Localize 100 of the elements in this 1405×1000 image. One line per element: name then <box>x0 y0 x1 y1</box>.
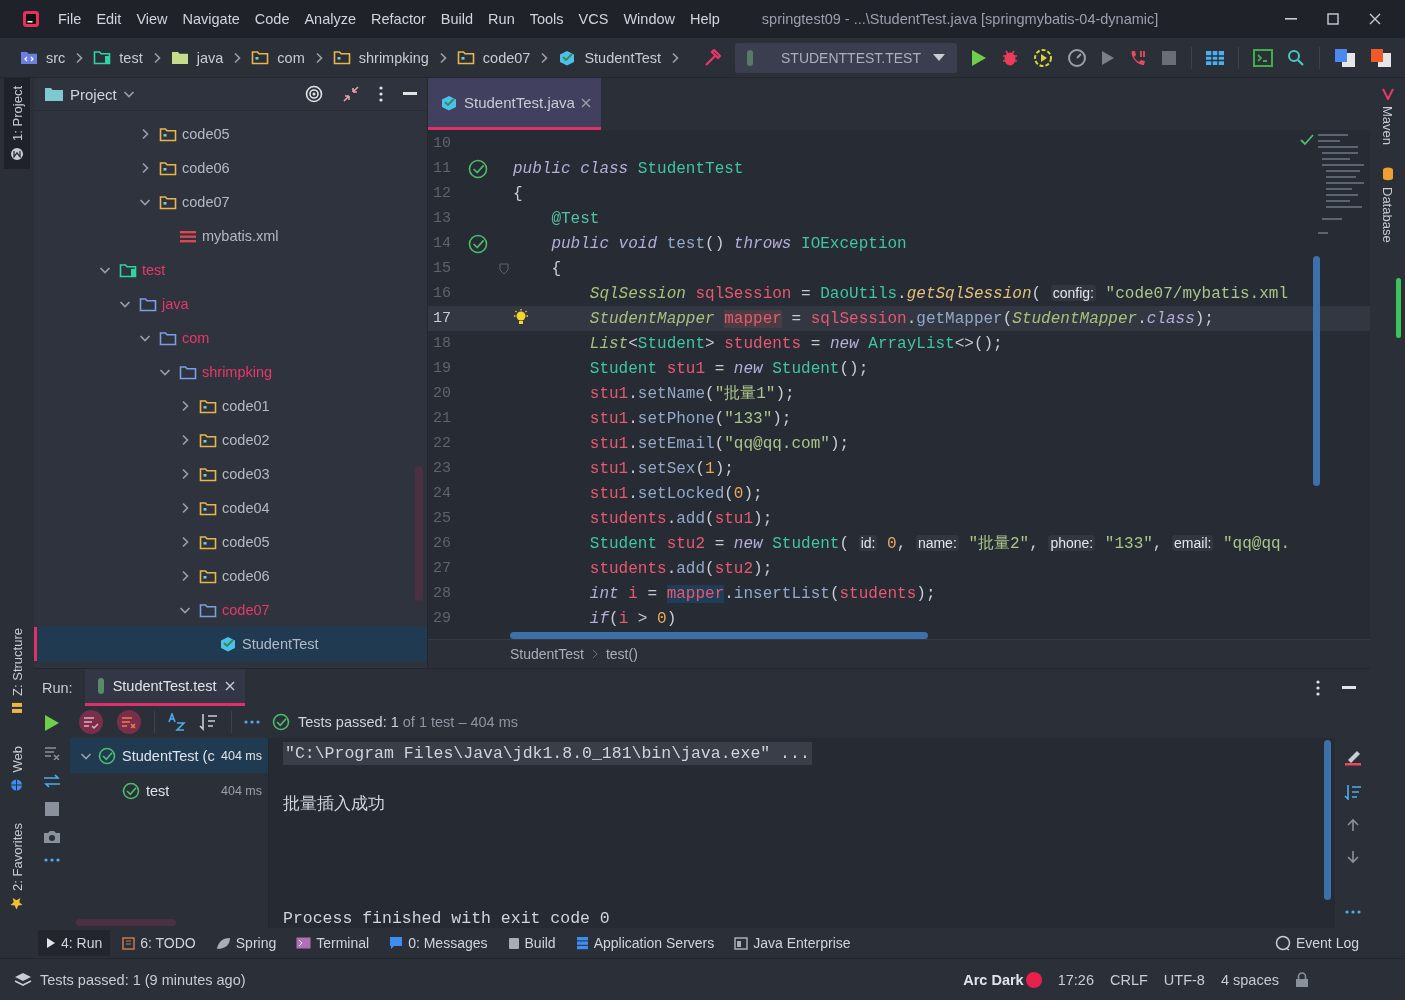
run-tab[interactable]: StudentTest.test <box>84 669 245 706</box>
show-ignored-icon[interactable] <box>116 709 142 735</box>
close-icon[interactable] <box>224 681 235 691</box>
breadcrumb-item[interactable]: test <box>119 49 143 66</box>
tool-window-tab[interactable]: 2: Favorites <box>4 815 30 918</box>
tree-item[interactable]: mybatis.xml <box>34 219 427 253</box>
line-separator[interactable]: CRLF <box>1110 971 1148 988</box>
maximize-icon[interactable] <box>1327 13 1339 25</box>
phone-icon[interactable] <box>1129 48 1147 67</box>
menu-item[interactable]: View <box>136 11 168 27</box>
breadcrumb-item[interactable]: java <box>196 49 224 66</box>
fold-icon[interactable] <box>499 262 509 275</box>
gauge-icon[interactable] <box>1067 47 1087 68</box>
scrollbar[interactable] <box>415 466 423 601</box>
tool-window-tab[interactable]: Database <box>1380 167 1395 243</box>
breadcrumb-item[interactable]: shrimpking <box>358 49 429 66</box>
debug-icon[interactable] <box>1001 48 1019 67</box>
translate-icon[interactable] <box>1334 47 1356 68</box>
scrollbar[interactable] <box>510 632 928 639</box>
search-icon[interactable] <box>1287 48 1305 67</box>
close-icon[interactable] <box>1369 13 1381 25</box>
layers-icon[interactable] <box>14 971 32 988</box>
coverage-icon[interactable] <box>1033 47 1053 68</box>
collapse-icon[interactable] <box>343 86 359 102</box>
tool-window-tab[interactable]: Z: Structure <box>4 619 30 722</box>
event-log-button[interactable]: Event Log <box>1274 935 1359 951</box>
tree-item[interactable]: code06 <box>34 151 427 185</box>
tool-window-button[interactable]: 0: Messages <box>381 930 496 956</box>
indent-setting[interactable]: 4 spaces <box>1220 971 1279 988</box>
scrollbar[interactable] <box>76 919 176 926</box>
breadcrumb-item[interactable]: code07 <box>482 49 531 66</box>
more-icon[interactable] <box>44 858 60 862</box>
tree-item[interactable]: code04 <box>34 491 427 525</box>
stop-icon[interactable] <box>1161 49 1177 66</box>
hammer-icon[interactable] <box>703 48 721 67</box>
tree-item[interactable]: code07 <box>34 185 427 219</box>
panel-title[interactable]: Project <box>70 85 117 103</box>
sort-alpha-icon[interactable] <box>167 713 187 731</box>
menu-item[interactable]: Help <box>690 11 720 27</box>
minimize-icon[interactable] <box>1342 685 1356 690</box>
file-encoding[interactable]: UTF-8 <box>1163 971 1205 988</box>
menu-item[interactable]: Navigate <box>182 11 240 27</box>
more-icon[interactable] <box>1344 910 1361 914</box>
breadcrumb-item[interactable]: StudentTest <box>584 49 661 66</box>
tree-item[interactable]: code03 <box>34 457 427 491</box>
tool-window-tab[interactable]: Maven <box>1380 88 1395 146</box>
test-tree-item[interactable]: test 404 ms <box>70 773 268 808</box>
play-icon[interactable] <box>1101 49 1115 66</box>
target-icon[interactable] <box>305 85 323 103</box>
scrollbar[interactable] <box>1313 256 1320 486</box>
breadcrumb-item[interactable]: StudentTest <box>510 646 584 662</box>
breadcrumb-item[interactable]: com <box>277 49 305 66</box>
grid-icon[interactable] <box>1206 50 1224 65</box>
eraser-icon[interactable] <box>1343 748 1362 766</box>
tool-window-tab[interactable]: 1: Project <box>4 78 30 169</box>
clear-filter-icon[interactable] <box>44 746 60 760</box>
tool-window-button[interactable]: Application Servers <box>567 930 723 956</box>
terminal-icon[interactable] <box>1253 48 1273 67</box>
tree-item[interactable]: code01 <box>34 389 427 423</box>
menu-item[interactable]: File <box>58 11 82 27</box>
run-configuration-dropdown[interactable]: STUDENTTEST.TEST <box>735 42 957 73</box>
run-icon[interactable] <box>971 48 987 67</box>
menu-item[interactable]: Tools <box>529 11 564 27</box>
breadcrumb-item[interactable]: src <box>46 49 66 66</box>
tool-window-button[interactable]: 6: TODO <box>114 930 204 956</box>
arrow-down-icon[interactable] <box>1345 850 1360 864</box>
caret-position[interactable]: 17:26 <box>1057 971 1094 988</box>
minimize-icon[interactable] <box>403 92 417 96</box>
menu-item[interactable]: Window <box>623 11 675 27</box>
theme-indicator[interactable]: Arc Dark <box>963 971 1024 988</box>
menu-item[interactable]: Run <box>488 11 515 27</box>
tree-item[interactable]: code06 <box>34 559 427 593</box>
tool-window-tab[interactable]: Web <box>4 737 30 800</box>
scrollbar[interactable] <box>1396 278 1401 338</box>
camera-icon[interactable] <box>43 830 61 844</box>
tree-item[interactable]: code02 <box>34 423 427 457</box>
test-tree-item[interactable]: StudentTest (c 404 ms <box>70 738 268 773</box>
tool-window-button[interactable]: Terminal <box>288 930 378 956</box>
arrow-up-icon[interactable] <box>1345 818 1360 832</box>
breadcrumb-item[interactable]: test() <box>605 646 638 662</box>
sort-duration-icon[interactable] <box>199 713 219 731</box>
tool-window-button[interactable]: Java Enterprise <box>726 930 859 956</box>
lightbulb-icon[interactable] <box>512 309 530 327</box>
more-icon[interactable] <box>244 720 260 724</box>
tool-window-button[interactable]: 4: Run <box>38 930 111 956</box>
menu-item[interactable]: Refactor <box>371 11 426 27</box>
menu-item[interactable]: Analyze <box>304 11 357 27</box>
swap-arrows-icon[interactable] <box>43 774 61 788</box>
menu-item[interactable]: VCS <box>578 11 609 27</box>
tree-item[interactable]: code05 <box>34 525 427 559</box>
tree-item[interactable]: code05 <box>34 117 427 151</box>
menu-item[interactable]: Code <box>254 11 290 27</box>
menu-item[interactable]: Edit <box>96 11 122 27</box>
show-passed-icon[interactable] <box>78 709 104 735</box>
tool-window-button[interactable]: Build <box>499 930 564 956</box>
lock-icon[interactable] <box>1295 971 1309 988</box>
tree-item[interactable]: StudentTest <box>34 627 427 661</box>
more-icon[interactable] <box>379 86 383 102</box>
more-icon[interactable] <box>1316 679 1320 696</box>
tool-window-button[interactable]: Spring <box>207 930 285 956</box>
